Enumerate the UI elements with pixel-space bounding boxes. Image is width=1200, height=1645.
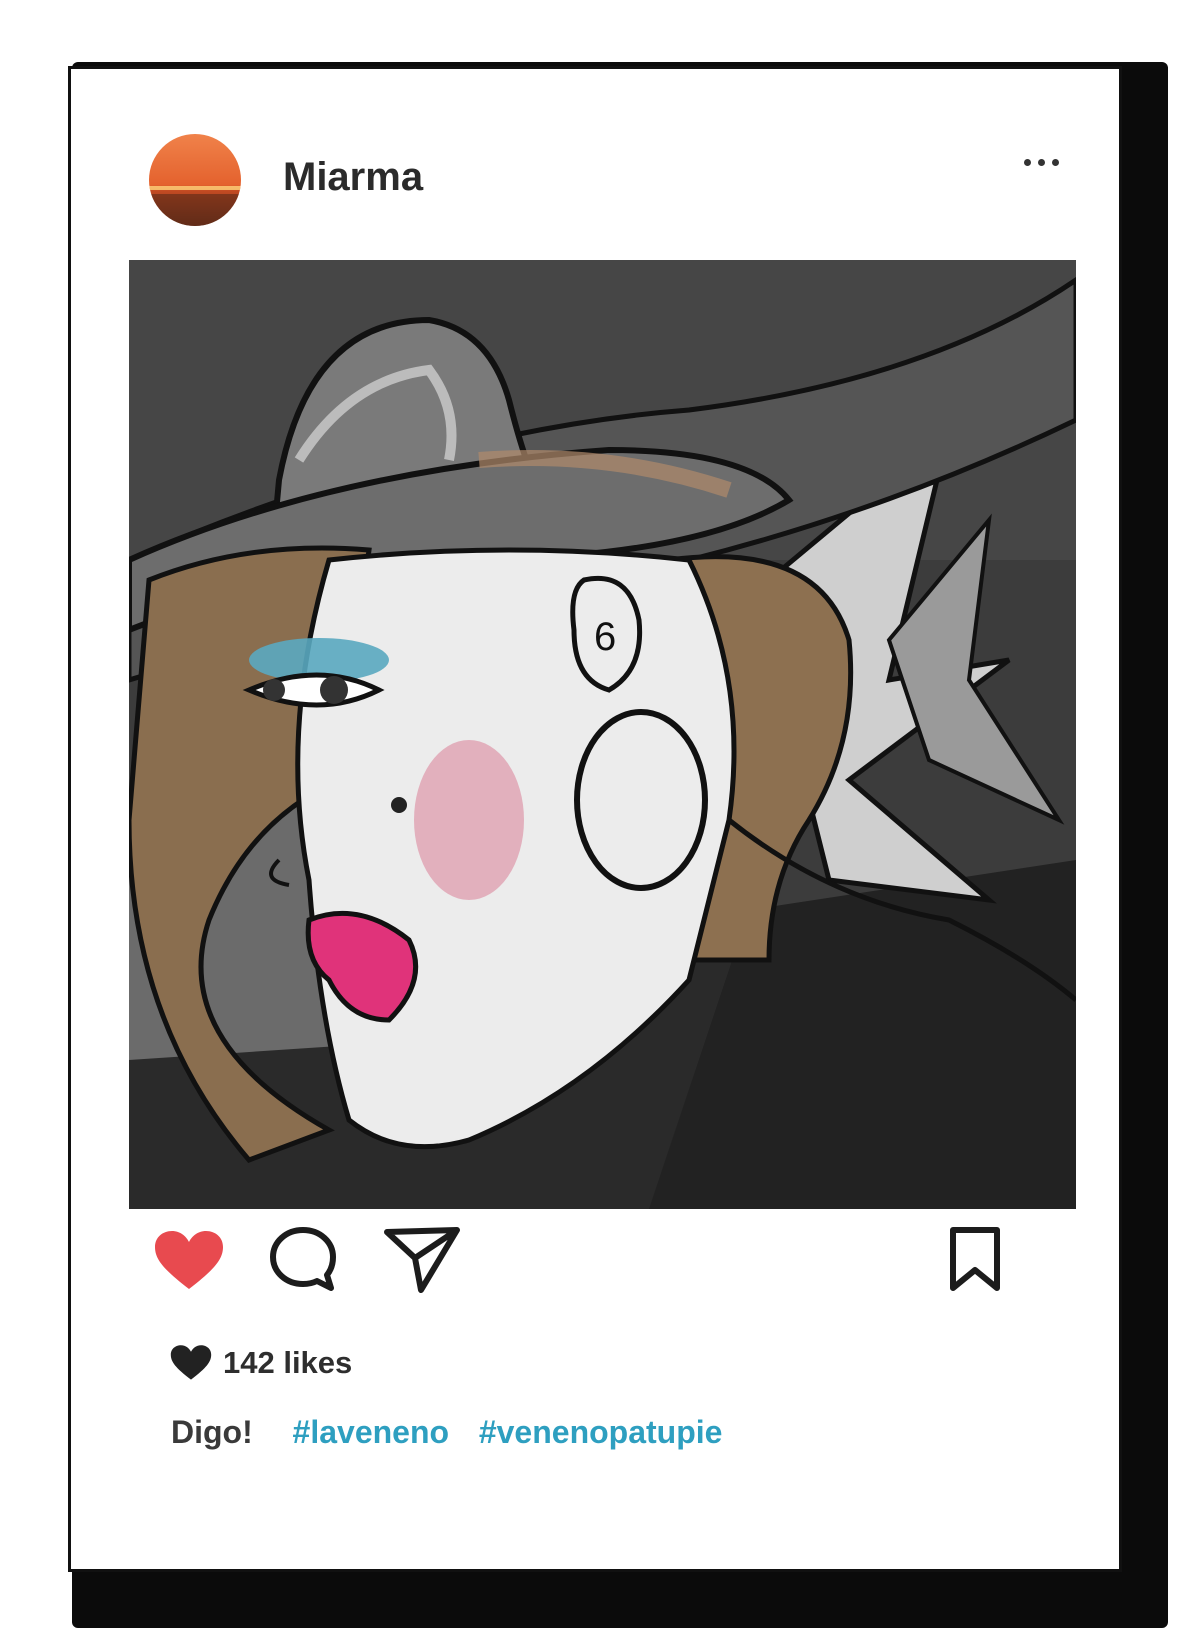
more-options-button[interactable] [1011, 147, 1071, 177]
more-dot [1037, 158, 1045, 166]
caption-text: Digo! [171, 1414, 253, 1450]
username[interactable]: Miarma [283, 155, 423, 200]
bookmark-icon[interactable] [947, 1226, 1003, 1292]
likes-row[interactable]: 142 likes [169, 1344, 352, 1382]
action-bar [71, 1224, 1119, 1324]
avatar[interactable] [149, 134, 241, 226]
hashtag-venenopatupie[interactable]: #venenopatupie [479, 1414, 723, 1450]
caption: Digo! #laveneno #venenopatupie [171, 1414, 722, 1451]
send-icon[interactable] [383, 1224, 463, 1296]
post-image[interactable]: 6 [129, 260, 1076, 1209]
comment-icon[interactable] [267, 1224, 339, 1296]
hashtag-laveneno[interactable]: #laveneno [293, 1414, 450, 1450]
post-card: Miarma 6 142 likes Digo! #laveneno #vene… [68, 66, 1122, 1572]
likes-count: 142 likes [223, 1345, 353, 1380]
portrait-painting: 6 [129, 260, 1076, 1209]
post-header: Miarma [71, 69, 1119, 249]
heart-small-icon [170, 1345, 212, 1380]
more-dot [1051, 158, 1059, 166]
svg-text:6: 6 [594, 615, 616, 659]
heart-filled-icon[interactable] [153, 1229, 225, 1293]
more-horizontal-icon [1023, 158, 1031, 166]
